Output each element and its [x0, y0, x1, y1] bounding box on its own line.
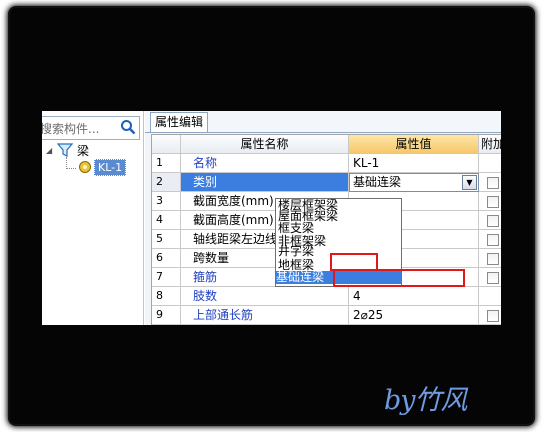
- add-checkbox[interactable]: [487, 215, 499, 227]
- app-window: 搜索构件... ◢ 梁 KL-1 属性编辑 属性名称 属性值 附 1 名称 KL…: [42, 111, 501, 325]
- collapse-toggle-icon[interactable]: ◢: [46, 147, 53, 155]
- row-num: 6: [152, 249, 181, 268]
- tree-item-kl1[interactable]: KL-1: [94, 159, 127, 176]
- header-num: [152, 135, 181, 154]
- header-value: 属性值: [349, 135, 479, 154]
- watermark: by竹风: [384, 385, 468, 416]
- table-row[interactable]: 8 肢数 4: [152, 287, 501, 306]
- row-num: 1: [152, 154, 181, 173]
- property-name: 名称: [181, 154, 349, 173]
- add-cell: [479, 249, 501, 268]
- tab-bar: 属性编辑: [145, 111, 501, 133]
- table-row[interactable]: 2 类别 基础连梁 ▼: [152, 173, 501, 192]
- filter-funnel-icon: [57, 143, 73, 157]
- row-num: 3: [152, 192, 181, 211]
- add-checkbox[interactable]: [487, 196, 499, 208]
- search-icon[interactable]: [120, 119, 136, 135]
- row-num: 7: [152, 268, 181, 287]
- row-num: 2: [152, 173, 181, 192]
- add-checkbox[interactable]: [487, 234, 499, 246]
- property-value[interactable]: 2⌀25: [349, 306, 479, 325]
- add-cell: [479, 173, 501, 192]
- add-cell: [479, 230, 501, 249]
- add-cell: [479, 268, 501, 287]
- highlight-box: [333, 269, 465, 287]
- add-checkbox[interactable]: [487, 177, 499, 189]
- search-input[interactable]: 搜索构件...: [42, 116, 140, 140]
- table-row[interactable]: 9 上部通长筋 2⌀25: [152, 306, 501, 325]
- chevron-down-icon[interactable]: ▼: [462, 175, 477, 190]
- row-num: 9: [152, 306, 181, 325]
- tree-root-label[interactable]: 梁: [77, 142, 89, 159]
- table-header: 属性名称 属性值 附加: [152, 135, 501, 154]
- dropdown-option[interactable]: 框支梁: [278, 222, 314, 234]
- gear-icon: [79, 161, 91, 173]
- row-num: 8: [152, 287, 181, 306]
- row-num: 4: [152, 211, 181, 230]
- tab-property-edit[interactable]: 属性编辑: [150, 112, 209, 132]
- table-row[interactable]: 1 名称 KL-1: [152, 154, 501, 173]
- add-cell: [479, 287, 501, 306]
- search-placeholder: 搜索构件...: [42, 122, 100, 136]
- add-cell: [479, 154, 501, 173]
- property-value[interactable]: KL-1: [349, 154, 479, 173]
- row-num: 5: [152, 230, 181, 249]
- header-add: 附加: [479, 135, 501, 154]
- property-name: 肢数: [181, 287, 349, 306]
- add-cell: [479, 211, 501, 230]
- category-combobox[interactable]: 基础连梁 ▼: [349, 173, 479, 192]
- dropdown-option[interactable]: 井字梁: [278, 245, 314, 257]
- component-tree-panel: 搜索构件... ◢ 梁 KL-1: [42, 111, 144, 325]
- add-checkbox[interactable]: [487, 253, 499, 265]
- property-name: 上部通长筋: [181, 306, 349, 325]
- combobox-value: 基础连梁: [353, 175, 402, 189]
- property-value[interactable]: 4: [349, 287, 479, 306]
- header-name: 属性名称: [181, 135, 349, 154]
- add-checkbox[interactable]: [487, 272, 499, 284]
- add-cell: [479, 192, 501, 211]
- property-name: 类别: [181, 173, 349, 192]
- add-checkbox[interactable]: [487, 310, 499, 322]
- tree-connector: [66, 168, 76, 169]
- add-cell: [479, 306, 501, 325]
